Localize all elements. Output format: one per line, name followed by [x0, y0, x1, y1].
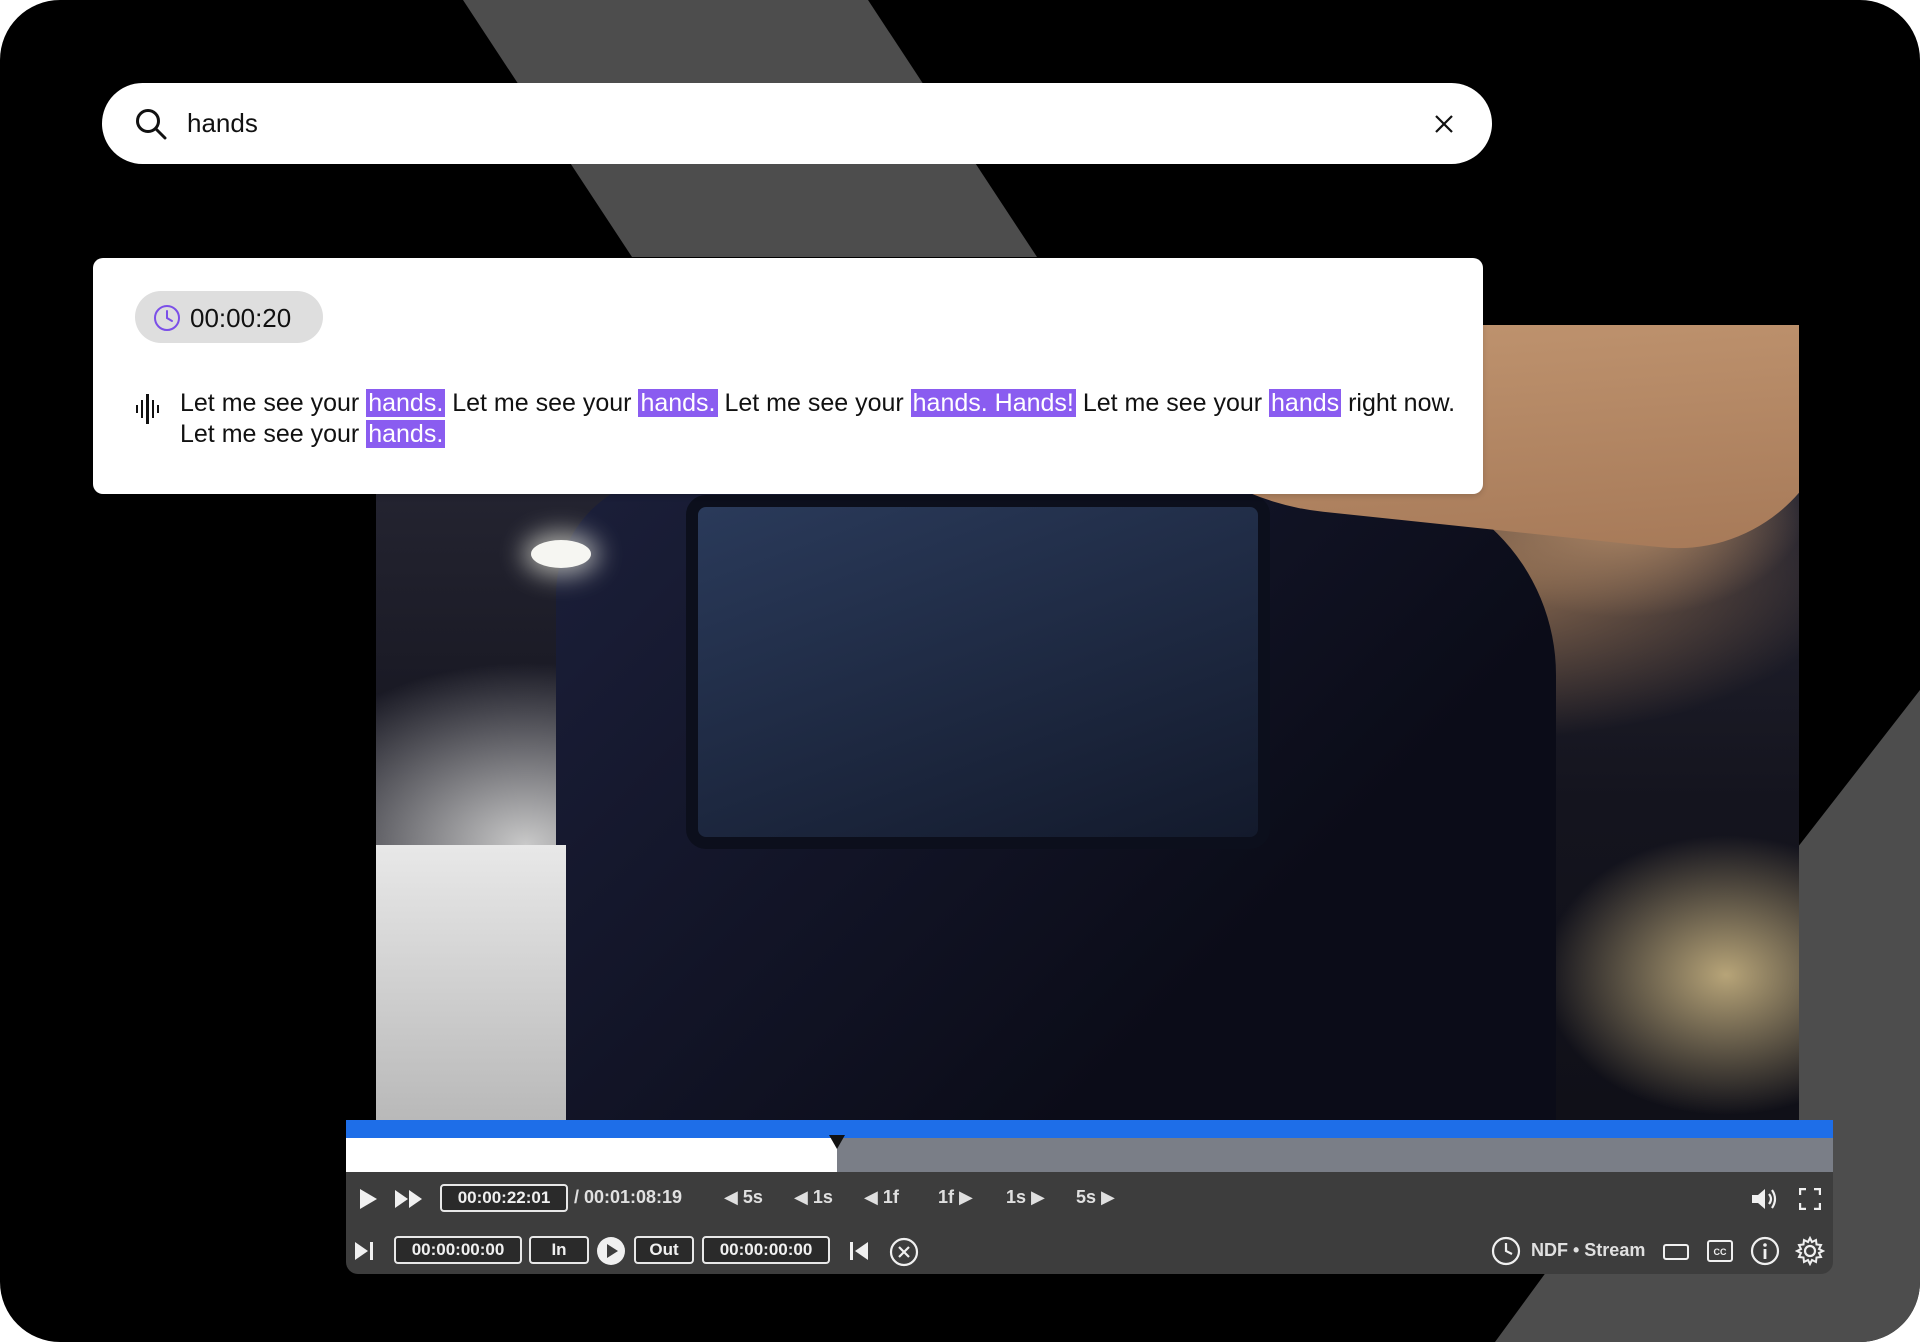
search-icon — [134, 107, 168, 141]
timeline-played — [346, 1138, 837, 1172]
fullscreen-icon[interactable] — [1799, 1188, 1821, 1210]
search-bar — [102, 83, 1492, 164]
clock-icon — [153, 304, 181, 332]
search-result-card[interactable]: 00:00:20 Let me see your hands. Let me s… — [93, 258, 1483, 494]
transcript-segment: Let me see your — [717, 389, 911, 417]
step-back-5s[interactable]: ◀ 5s — [724, 1187, 763, 1208]
svg-text:CC: CC — [1714, 1247, 1727, 1257]
timecode-mode-label[interactable]: NDF • Stream — [1531, 1240, 1645, 1261]
video-car-window — [686, 495, 1270, 849]
mark-in-button[interactable]: In — [529, 1236, 589, 1264]
audio-waveform-icon — [135, 392, 161, 426]
video-car-door — [376, 845, 566, 1120]
timestamp-text: 00:00:20 — [190, 303, 292, 333]
step-forward-1f[interactable]: 1f ▶ — [938, 1187, 973, 1208]
step-label: 1s — [812, 1187, 833, 1207]
step-forward-1s[interactable]: 1s ▶ — [1006, 1187, 1045, 1208]
player-controls: 00:00:22:01 / 00:01:08:19 ◀ 5s ◀ 1s ◀ 1f… — [346, 1172, 1833, 1274]
closed-captions-icon[interactable]: CC — [1707, 1239, 1733, 1263]
step-label: 5s — [742, 1187, 763, 1207]
transcript-segment: Let me see your — [1075, 389, 1270, 417]
volume-icon[interactable] — [1750, 1186, 1778, 1212]
step-back-1f[interactable]: ◀ 1f — [864, 1187, 899, 1208]
settings-gear-icon[interactable] — [1795, 1236, 1825, 1266]
timestamp-badge[interactable]: 00:00:20 — [135, 291, 323, 343]
playhead-marker[interactable] — [829, 1135, 845, 1149]
search-match-highlight[interactable]: hands. Hands! — [910, 389, 1076, 417]
info-icon[interactable] — [1750, 1236, 1780, 1266]
search-match-highlight[interactable]: hands. — [366, 420, 446, 448]
aspect-ratio-icon[interactable] — [1662, 1242, 1690, 1262]
play-icon[interactable] — [358, 1188, 378, 1210]
timeline-remaining — [837, 1138, 1833, 1172]
timeline-scrubber[interactable] — [346, 1120, 1833, 1172]
step-forward-5s[interactable]: 5s ▶ — [1076, 1187, 1115, 1208]
transcript-segment: Let me see your — [180, 389, 367, 417]
fast-forward-icon[interactable] — [394, 1189, 424, 1209]
timeline-track — [346, 1120, 1833, 1138]
out-time-field[interactable]: 00:00:00:00 — [702, 1236, 830, 1264]
skip-to-end-icon[interactable] — [354, 1241, 376, 1261]
step-label: 5s — [1076, 1187, 1097, 1207]
transcript-text: Let me see your hands. Let me see your h… — [180, 388, 1470, 450]
search-match-highlight[interactable]: hands. — [638, 389, 718, 417]
step-label: 1f — [938, 1187, 955, 1207]
in-time-field[interactable]: 00:00:00:00 — [394, 1236, 522, 1264]
mark-out-button[interactable]: Out — [634, 1236, 694, 1264]
search-input[interactable] — [187, 101, 1367, 145]
duration-label: / 00:01:08:19 — [574, 1187, 683, 1207]
video-ceiling-lamp — [531, 540, 591, 568]
step-back-1s[interactable]: ◀ 1s — [794, 1187, 833, 1208]
transcript-segment: Let me see your — [445, 389, 639, 417]
play-circle-icon[interactable] — [596, 1236, 626, 1266]
step-label: 1s — [1006, 1187, 1027, 1207]
timecode-clock-icon[interactable] — [1491, 1236, 1521, 1266]
skip-to-start-icon[interactable] — [848, 1240, 870, 1262]
step-label: 1f — [882, 1187, 899, 1207]
current-time-field[interactable]: 00:00:22:01 — [440, 1184, 568, 1212]
clear-marks-icon[interactable] — [889, 1237, 919, 1267]
close-icon[interactable] — [1433, 113, 1455, 135]
app-frame: 00:00:20 Let me see your hands. Let me s… — [0, 0, 1920, 1342]
search-match-highlight[interactable]: hands. — [366, 389, 446, 417]
search-match-highlight[interactable]: hands — [1269, 389, 1342, 417]
